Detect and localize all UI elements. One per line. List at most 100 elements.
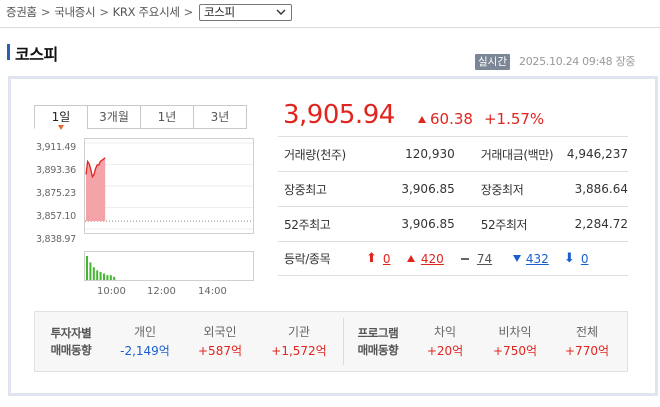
breadcrumb-item-krx[interactable]: KRX 주요시세 bbox=[113, 4, 180, 20]
investor-trading-box: 투자자별 매매동향 개인 -2,149억 외국인 +587억 기관 +1,572… bbox=[34, 311, 628, 372]
chevron-down-icon bbox=[276, 9, 286, 15]
realtime-badge: 실시간 bbox=[475, 54, 510, 70]
stat-value: 3,906.85 bbox=[401, 217, 455, 231]
upper-limit-count[interactable]: 0 bbox=[383, 252, 407, 266]
arrow-up-icon: ⬆ bbox=[366, 251, 377, 266]
investor-value: +20억 bbox=[426, 343, 464, 358]
volume-bar bbox=[99, 272, 102, 280]
y-tick-label: 3,838.97 bbox=[36, 234, 76, 245]
investor-value: +750억 bbox=[493, 343, 537, 358]
program-arbitrage: 차익 +20억 bbox=[412, 323, 478, 361]
up-triangle-icon bbox=[406, 255, 415, 262]
breadcrumb-separator: > bbox=[40, 5, 51, 19]
investor-value: +1,572억 bbox=[271, 343, 327, 358]
tab-label: 1일 bbox=[51, 110, 71, 124]
breadcrumb: 증권홈 > 국내증시 > KRX 주요시세 > 코스피 bbox=[6, 3, 292, 21]
stat-value: 3,906.85 bbox=[401, 182, 455, 196]
investor-foreign: 외국인 +587억 bbox=[183, 323, 257, 361]
heading-line: 매매동향 bbox=[50, 342, 92, 357]
program-group-heading: 프로그램 매매동향 bbox=[344, 325, 412, 359]
price-change: 60.38 +1.57% bbox=[418, 110, 544, 128]
breadcrumb-item-stock-home[interactable]: 증권홈 bbox=[6, 4, 37, 20]
tab-label: 3년 bbox=[210, 110, 230, 124]
tab-1year[interactable]: 1년 bbox=[140, 105, 194, 129]
investor-label: 외국인 bbox=[203, 324, 237, 339]
stat-label: 장중최고 bbox=[284, 182, 327, 197]
up-triangle-icon bbox=[418, 115, 426, 123]
investor-institution: 기관 +1,572억 bbox=[257, 323, 341, 361]
page-title: 코스피 bbox=[15, 45, 58, 64]
intraday-chart[interactable] bbox=[84, 138, 254, 234]
investor-label: 전체 bbox=[575, 324, 599, 339]
tab-1day[interactable]: 1일 bbox=[34, 105, 88, 130]
x-tick-label: 12:00 bbox=[147, 286, 176, 297]
y-tick-label: 3,857.10 bbox=[36, 211, 76, 222]
stat-label: 거래량(천주) bbox=[284, 147, 346, 162]
stat-label: 거래대금(백만) bbox=[480, 147, 554, 162]
advancing-count[interactable]: 420 bbox=[421, 252, 461, 266]
active-tab-indicator-icon bbox=[58, 125, 64, 130]
updown-counts: ⬆ 0 420 74 432 ⬇ 0 bbox=[366, 251, 588, 266]
arrow-down-icon: ⬇ bbox=[563, 251, 575, 266]
heading-line: 프로그램 bbox=[357, 325, 399, 340]
unchanged-count[interactable]: 74 bbox=[477, 252, 513, 266]
tab-label: 3개월 bbox=[99, 110, 129, 124]
volume-bar bbox=[92, 267, 95, 280]
market-select[interactable]: 코스피 bbox=[199, 3, 292, 21]
investor-individual: 개인 -2,149억 bbox=[107, 323, 183, 361]
volume-bar bbox=[89, 262, 92, 280]
stat-label: 장중최저 bbox=[480, 182, 524, 197]
volume-bar bbox=[96, 270, 99, 280]
investor-value: +587억 bbox=[198, 343, 242, 358]
stat-label: 등락/종목 bbox=[284, 252, 331, 266]
y-tick-label: 3,893.36 bbox=[36, 165, 76, 176]
investor-value: -2,149억 bbox=[120, 343, 170, 358]
heading-line: 투자자별 bbox=[50, 325, 92, 340]
stats-row: 거래량(천주) 120,930 거래대금(백만) 4,946,237 bbox=[278, 136, 628, 171]
investor-label: 비차익 bbox=[498, 324, 532, 339]
stats-row: 등락/종목 ⬆ 0 420 74 432 ⬇ 0 bbox=[278, 241, 628, 276]
heading-line: 매매동향 bbox=[357, 342, 399, 357]
volume-bar bbox=[103, 273, 105, 280]
stat-value: 3,886.64 bbox=[574, 182, 628, 196]
breadcrumb-separator: > bbox=[183, 5, 194, 19]
tab-label: 1년 bbox=[157, 110, 177, 124]
declining-count[interactable]: 432 bbox=[526, 252, 564, 266]
y-tick-label: 3,875.23 bbox=[36, 188, 76, 199]
breadcrumb-item-domestic[interactable]: 국내증시 bbox=[54, 4, 95, 20]
current-index-value: 3,905.94 bbox=[283, 100, 395, 130]
program-group: 프로그램 매매동향 차익 +20억 비차익 +750억 전체 +770억 bbox=[344, 312, 622, 371]
change-percent: +1.57% bbox=[483, 110, 545, 128]
flat-dash-icon bbox=[460, 257, 469, 260]
investor-label: 차익 bbox=[433, 324, 457, 339]
stat-value: 2,284.72 bbox=[574, 217, 628, 231]
program-total: 전체 +770억 bbox=[552, 323, 622, 361]
investor-value: +770억 bbox=[565, 343, 609, 358]
investor-group: 투자자별 매매동향 개인 -2,149억 외국인 +587억 기관 +1,572… bbox=[35, 312, 341, 371]
header-divider bbox=[0, 27, 660, 28]
market-select-value: 코스피 bbox=[204, 5, 235, 19]
timestamp: 2025.10.24 09:48 장중 bbox=[519, 55, 636, 68]
volume-chart bbox=[84, 251, 254, 281]
stat-label: 52주최저 bbox=[480, 217, 528, 232]
investor-label: 개인 bbox=[133, 324, 157, 339]
stat-value: 4,946,237 bbox=[566, 147, 628, 161]
stat-label: 52주최고 bbox=[284, 217, 331, 232]
tab-3months[interactable]: 3개월 bbox=[87, 105, 141, 129]
change-value: 60.38 bbox=[430, 110, 473, 128]
price-chart-svg bbox=[85, 142, 253, 230]
period-tabs: 1일 3개월 1년 3년 bbox=[34, 105, 247, 130]
stats-table: 거래량(천주) 120,930 거래대금(백만) 4,946,237 장중최고 … bbox=[278, 136, 628, 276]
stat-value: 120,930 bbox=[405, 147, 455, 161]
stats-row: 장중최고 3,906.85 장중최저 3,886.64 bbox=[278, 171, 628, 206]
breadcrumb-separator: > bbox=[99, 5, 109, 19]
lower-limit-count[interactable]: 0 bbox=[581, 252, 589, 266]
tab-3years[interactable]: 3년 bbox=[193, 105, 247, 129]
program-nonarbitrage: 비차익 +750억 bbox=[478, 323, 552, 361]
volume-bar bbox=[86, 256, 88, 280]
volume-bar bbox=[109, 275, 112, 280]
y-tick-label: 3,911.49 bbox=[36, 142, 76, 153]
volume-chart-svg bbox=[86, 256, 116, 280]
investor-label: 기관 bbox=[287, 324, 311, 339]
volume-bar bbox=[106, 275, 109, 280]
